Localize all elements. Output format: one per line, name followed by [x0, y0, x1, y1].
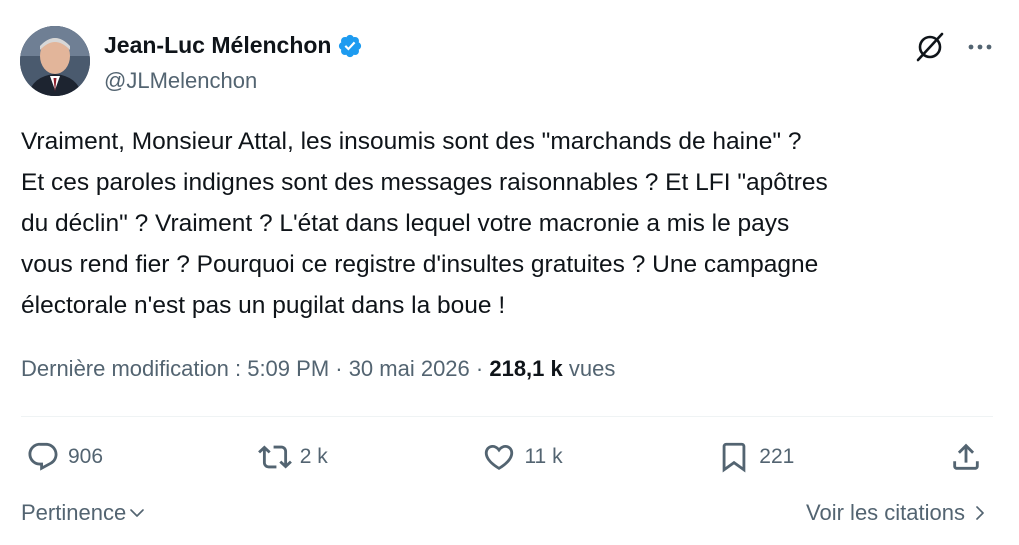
author-display-name[interactable]: Jean-Luc Mélenchon	[104, 32, 331, 59]
author-handle[interactable]: @JLMelenchon	[104, 68, 363, 94]
chevron-right-icon	[976, 506, 984, 520]
action-bar: 906 2 k 11 k 221	[26, 440, 983, 474]
repost-button[interactable]: 2 k	[257, 440, 328, 474]
chevron-down-icon	[130, 509, 145, 517]
tweet-detail: Jean-Luc Mélenchon @JLMelenchon Vraiment…	[0, 0, 1019, 545]
author-block: Jean-Luc Mélenchon @JLMelenchon	[104, 32, 363, 94]
share-icon	[953, 443, 979, 470]
sort-label: Pertinence	[21, 500, 127, 525]
like-count: 11 k	[524, 445, 563, 468]
repost-count: 2 k	[299, 445, 328, 468]
bookmark-count: 221	[759, 445, 795, 468]
view-quotes-link[interactable]: Voir les citations	[806, 500, 989, 526]
reply-button[interactable]: 906	[26, 440, 103, 474]
tweet-text: Vraiment, Monsieur Attal, les insoumis s…	[21, 128, 828, 319]
bookmark-button[interactable]: 221	[717, 440, 794, 474]
views-count: 218,1 k	[489, 356, 563, 381]
top-actions	[915, 32, 995, 62]
grok-icon[interactable]	[915, 32, 945, 62]
divider	[21, 416, 993, 417]
tweet-meta: Dernière modification : 5:09 PM · 30 mai…	[21, 356, 615, 382]
view-quotes-label: Voir les citations	[806, 500, 965, 525]
like-button[interactable]: 11 k	[482, 440, 563, 474]
repost-icon	[257, 445, 292, 469]
edited-timestamp[interactable]: Dernière modification : 5:09 PM · 30 mai…	[21, 356, 483, 381]
views-label: vues	[568, 356, 616, 381]
share-button[interactable]	[949, 440, 983, 474]
reply-icon	[28, 442, 58, 471]
more-icon[interactable]	[965, 32, 995, 62]
avatar[interactable]	[20, 26, 90, 96]
heart-icon	[485, 444, 514, 470]
bookmark-icon	[722, 442, 746, 473]
verified-badge-icon[interactable]	[337, 33, 363, 59]
avatar-image	[20, 26, 90, 96]
replies-footer: Pertinence Voir les citations	[21, 500, 989, 526]
reply-count: 906	[68, 445, 104, 468]
sort-dropdown[interactable]: Pertinence	[21, 500, 146, 526]
